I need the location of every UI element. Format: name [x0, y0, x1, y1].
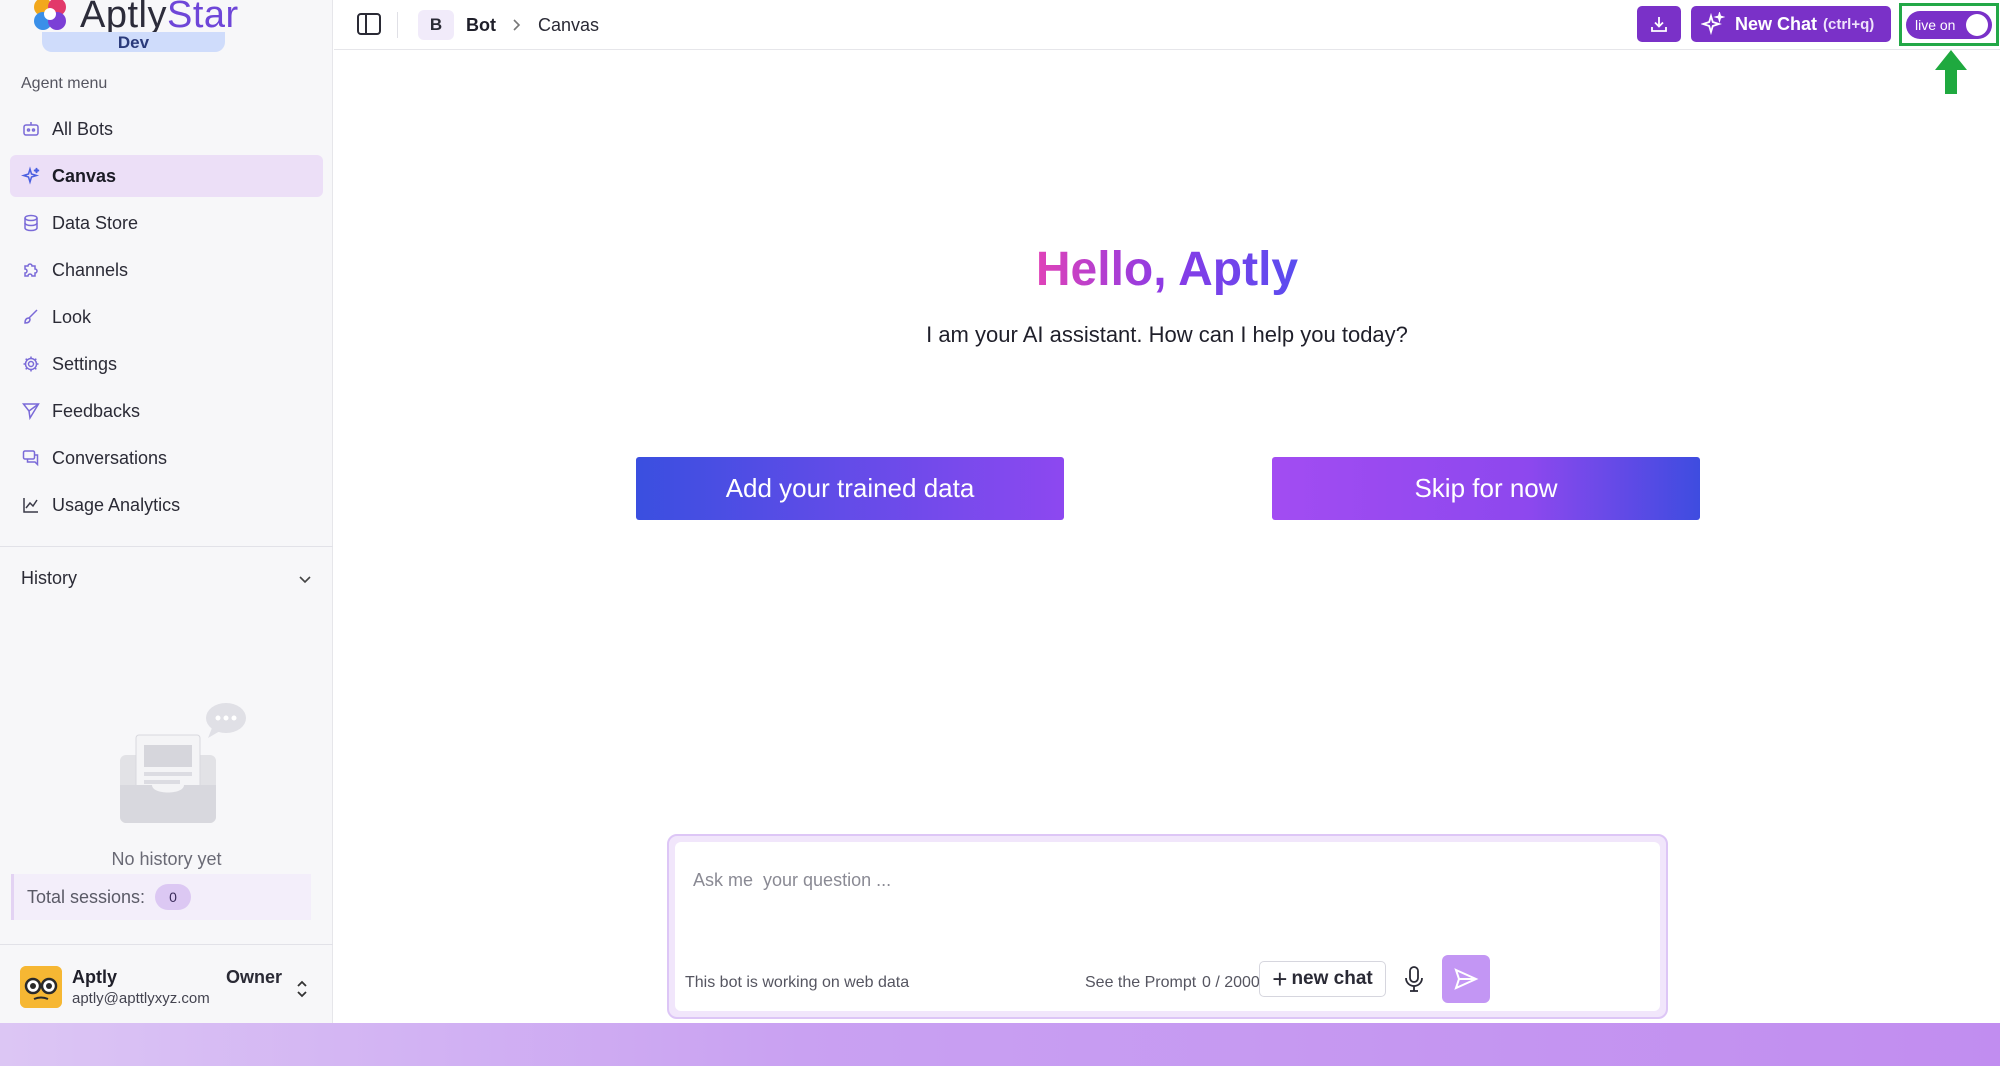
no-history-text: No history yet	[111, 849, 222, 869]
sidebar-item-data-store[interactable]: Data Store	[10, 202, 323, 244]
sidebar-item-label: Channels	[52, 259, 129, 280]
live-toggle-label: live on	[1915, 17, 1956, 33]
chevron-right-icon	[513, 19, 521, 31]
env-badge: Dev	[42, 32, 225, 52]
logo-icon	[34, 0, 66, 30]
sparkles-icon	[1701, 12, 1725, 36]
toggle-knob	[1966, 14, 1988, 36]
sidebar-item-label: Feedbacks	[52, 400, 141, 421]
avatar	[20, 966, 62, 1008]
sidebar-item-label: Canvas	[52, 165, 117, 186]
topbar-divider	[397, 12, 398, 38]
sidebar-item-all-bots[interactable]: All Bots	[10, 108, 323, 150]
chevron-down-icon	[299, 575, 311, 583]
see-prompt-link[interactable]: See the Prompt	[1085, 974, 1196, 992]
live-toggle[interactable]: live on	[1906, 11, 1992, 39]
breadcrumb-bot[interactable]: Bot	[466, 15, 496, 36]
chat-icon	[22, 450, 39, 467]
bot-avatar-badge: B	[418, 10, 454, 40]
chat-composer: This bot is working on web data See the …	[667, 834, 1668, 1019]
brand-logo[interactable]: AptlyStar Dev	[30, 0, 260, 52]
puzzle-icon	[24, 263, 38, 277]
sidebar-divider	[0, 944, 333, 945]
download-icon	[1651, 17, 1667, 32]
chevron-up-down-icon	[297, 980, 307, 998]
total-sessions: Total sessions: 0	[11, 874, 311, 920]
sidebar-item-look[interactable]: Look	[10, 296, 323, 338]
download-button[interactable]	[1637, 6, 1681, 42]
user-role: Owner	[226, 967, 283, 987]
send-icon	[1454, 968, 1479, 990]
new-chat-label: New Chat	[1735, 13, 1818, 34]
new-chat-button[interactable]: New Chat (ctrl+q)	[1691, 6, 1891, 42]
question-input[interactable]	[693, 870, 1593, 891]
sidebar-item-label: Conversations	[52, 447, 168, 468]
agent-menu-label: Agent menu	[21, 75, 108, 92]
sessions-label: Total sessions:	[27, 886, 146, 907]
user-email: aptly@apttlyxyz.com	[72, 990, 210, 1007]
database-icon	[24, 214, 38, 232]
sparkles-icon	[21, 166, 40, 185]
sidebar-item-label: All Bots	[52, 118, 114, 139]
char-counter: 0 / 2000	[1202, 974, 1260, 991]
sidebar-item-label: Look	[52, 306, 92, 327]
sidebar: AptlyStar Dev Agent menu All Bots Canvas…	[0, 0, 333, 1023]
microphone-icon[interactable]	[1403, 965, 1425, 993]
sidebar-item-feedbacks[interactable]: Feedbacks	[10, 390, 323, 432]
greeting-heading: Hello, Aptly	[1035, 243, 1299, 296]
data-source-note: This bot is working on web data	[685, 974, 910, 991]
bottom-gradient-bar	[0, 1023, 2000, 1066]
user-menu[interactable]: Aptly aptly@apttlyxyz.com Owner	[20, 964, 316, 1012]
sidebar-toggle-icon[interactable]	[356, 11, 382, 37]
empty-inbox-icon	[120, 703, 246, 823]
new-chat-shortcut: (ctrl+q)	[1823, 15, 1875, 33]
history-toggle[interactable]: History	[21, 568, 313, 589]
chart-icon	[23, 498, 38, 513]
composer-box: This bot is working on web data See the …	[675, 842, 1660, 1011]
greeting-subtitle: I am your AI assistant. How can I help y…	[926, 322, 1408, 347]
sidebar-item-conversations[interactable]: Conversations	[10, 437, 323, 479]
skip-for-now-button[interactable]: Skip for now	[1272, 457, 1700, 520]
add-trained-data-button[interactable]: Add your trained data	[636, 457, 1064, 520]
composer-new-chat-label: new chat	[1291, 968, 1373, 989]
breadcrumb-canvas: Canvas	[538, 15, 600, 35]
user-name: Aptly	[72, 967, 117, 987]
sidebar-item-label: Data Store	[52, 212, 139, 233]
sidebar-item-canvas[interactable]: Canvas	[10, 155, 323, 197]
brush-icon	[24, 309, 38, 324]
sidebar-item-channels[interactable]: Channels	[10, 249, 323, 291]
composer-new-chat-button[interactable]: + new chat	[1259, 961, 1386, 997]
agent-nav: All Bots Canvas Data Store Channels Look…	[10, 108, 323, 531]
bot-icon	[23, 122, 39, 136]
sidebar-divider	[0, 546, 333, 547]
sidebar-item-usage-analytics[interactable]: Usage Analytics	[10, 484, 323, 526]
top-bar: B Bot Canvas New Chat (ctrl+q) live on	[334, 0, 2000, 50]
send-icon	[21, 403, 40, 421]
sidebar-item-settings[interactable]: Settings	[10, 343, 323, 385]
arrow-up-icon	[1935, 50, 1967, 94]
history-title: History	[21, 568, 78, 588]
live-toggle-highlight: live on	[1899, 3, 1999, 46]
sessions-count-badge: 0	[155, 884, 192, 910]
sidebar-item-label: Usage Analytics	[52, 494, 181, 515]
send-button[interactable]	[1442, 955, 1490, 1003]
plus-icon: +	[1272, 964, 1288, 994]
sidebar-item-label: Settings	[52, 353, 118, 374]
gear-icon	[23, 356, 39, 372]
